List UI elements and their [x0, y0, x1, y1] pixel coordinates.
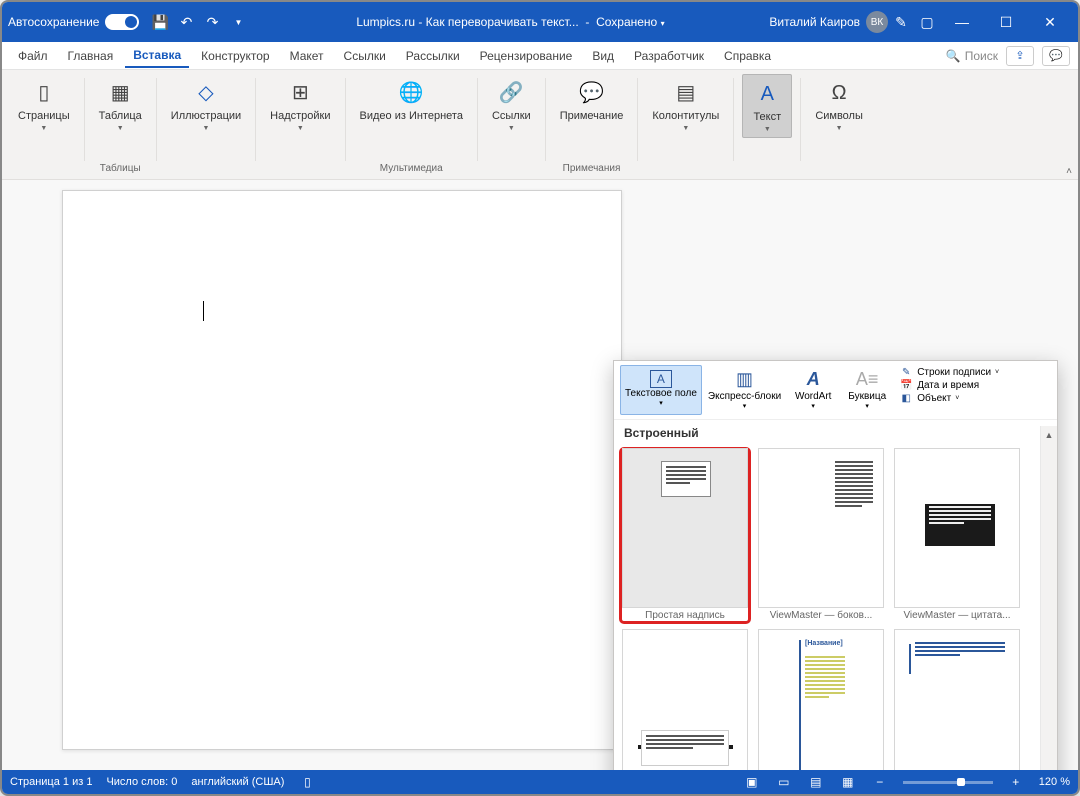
calendar-icon: 📅: [899, 380, 913, 391]
qat-dropdown-icon[interactable]: ▼: [227, 11, 249, 33]
group-comments-label: Примечания: [563, 161, 621, 177]
dropcap-button: A≡ Буквица▾: [841, 365, 893, 415]
zoom-slider[interactable]: [903, 781, 993, 784]
focus-mode-icon[interactable]: ▣: [743, 775, 761, 789]
header-footer-button[interactable]: ▤ Колонтитулы ▼: [646, 74, 725, 136]
minimize-button[interactable]: —: [940, 2, 984, 42]
textbox-gallery: Простая надпись ViewMaster — боков... Vi…: [614, 444, 1057, 770]
tab-mailings[interactable]: Рассылки: [398, 45, 468, 67]
wordart-icon: A: [800, 369, 826, 391]
tab-references[interactable]: Ссылки: [336, 45, 394, 67]
symbols-button[interactable]: Ω Символы ▼: [809, 74, 869, 136]
tab-help[interactable]: Справка: [716, 45, 779, 67]
gallery-scrollbar[interactable]: ▲ ▼: [1040, 426, 1057, 770]
comment-button[interactable]: 💬 Примечание: [554, 74, 630, 127]
table-button[interactable]: ▦ Таблица ▼: [93, 74, 148, 136]
quickparts-icon: ▥: [732, 369, 758, 391]
object-button[interactable]: ◧Объект ˅: [899, 393, 999, 404]
autosave-toggle[interactable]: [105, 14, 139, 30]
shapes-icon: ◇: [191, 78, 221, 108]
language-status[interactable]: английский (США): [191, 776, 284, 788]
comment-icon: 💬: [577, 78, 607, 108]
word-count[interactable]: Число слов: 0: [106, 776, 177, 788]
comments-button[interactable]: 💬: [1042, 46, 1070, 66]
tab-insert[interactable]: Вставка: [125, 44, 189, 68]
addins-icon: ⊞: [285, 78, 315, 108]
text-dropdown-panel: A Текстовое поле▾ ▥ Экспресс-блоки▾ A Wo…: [613, 360, 1058, 770]
share-button[interactable]: ⇪: [1006, 46, 1034, 66]
read-mode-icon[interactable]: ▭: [775, 775, 793, 789]
web-layout-icon[interactable]: ▦: [839, 775, 857, 789]
group-tables-label: Таблицы: [100, 161, 141, 177]
gallery-item-sideline-quote[interactable]: Боковая линия (цита...: [892, 629, 1022, 770]
undo-icon[interactable]: ↶: [175, 11, 197, 33]
save-icon[interactable]: 💾: [149, 11, 171, 33]
header-footer-icon: ▤: [671, 78, 701, 108]
close-button[interactable]: ✕: [1028, 2, 1072, 42]
text-icon: A: [752, 79, 782, 109]
tab-design[interactable]: Конструктор: [193, 45, 277, 67]
globe-icon: 🌐: [396, 78, 426, 108]
omega-icon: Ω: [824, 78, 854, 108]
group-multimedia-label: Мультимедиа: [380, 161, 443, 177]
page-status[interactable]: Страница 1 из 1: [10, 776, 92, 788]
redo-icon[interactable]: ↷: [201, 11, 223, 33]
zoom-level[interactable]: 120 %: [1039, 776, 1070, 788]
page[interactable]: [62, 190, 622, 750]
gallery-item-vm-side[interactable]: ViewMaster — боков...: [756, 448, 886, 623]
illustrations-button[interactable]: ◇ Иллюстрации ▼: [165, 74, 247, 136]
addins-button[interactable]: ⊞ Надстройки ▼: [264, 74, 336, 136]
pen-mode-icon[interactable]: ✎: [890, 11, 912, 33]
print-layout-icon[interactable]: ▤: [807, 775, 825, 789]
ribbon-tabs: Файл Главная Вставка Конструктор Макет С…: [2, 42, 1078, 70]
text-button[interactable]: A Текст ▼: [742, 74, 792, 138]
scroll-up-icon[interactable]: ▲: [1041, 426, 1057, 443]
quickparts-button[interactable]: ▥ Экспресс-блоки▾: [704, 365, 785, 415]
tab-review[interactable]: Рецензирование: [472, 45, 581, 67]
tab-home[interactable]: Главная: [60, 45, 122, 67]
tab-view[interactable]: Вид: [584, 45, 622, 67]
search-icon: 🔍: [946, 49, 961, 63]
textbox-icon: A: [650, 370, 672, 388]
ribbon: ▯ Страницы ▼ ▦ Таблица ▼ Таблицы: [2, 70, 1078, 180]
document-title: Lumpics.ru - Как переворачивать текст...…: [251, 15, 769, 29]
table-icon: ▦: [105, 78, 135, 108]
object-icon: ◧: [899, 393, 913, 404]
ribbon-mode-icon[interactable]: ▢: [916, 11, 938, 33]
page-icon: ▯: [29, 78, 59, 108]
dropcap-icon: A≡: [854, 369, 880, 391]
collapse-ribbon-icon[interactable]: ˄: [1066, 166, 1072, 177]
macro-record-icon[interactable]: ▯: [298, 775, 316, 789]
status-bar: Страница 1 из 1 Число слов: 0 английский…: [2, 770, 1078, 794]
links-button[interactable]: 🔗 Ссылки ▼: [486, 74, 537, 136]
signature-line-button[interactable]: ✎Строки подписи ˅: [899, 367, 999, 378]
gallery-item-vm-quote[interactable]: ViewMaster — цитата...: [892, 448, 1022, 623]
maximize-button[interactable]: ☐: [984, 2, 1028, 42]
textbox-button[interactable]: A Текстовое поле▾: [620, 365, 702, 415]
search-input[interactable]: 🔍 Поиск: [946, 49, 998, 63]
zoom-out-icon[interactable]: −: [871, 775, 889, 789]
gallery-item-vm-quote2[interactable]: ViewMaster — цитата...: [620, 629, 750, 770]
tab-developer[interactable]: Разработчик: [626, 45, 712, 67]
datetime-button[interactable]: 📅Дата и время: [899, 380, 999, 391]
user-account[interactable]: Виталий Каиров ВК: [769, 11, 888, 33]
text-cursor: [203, 301, 204, 321]
online-video-button[interactable]: 🌐 Видео из Интернета: [354, 74, 469, 127]
builtin-header: Встроенный: [614, 420, 1057, 444]
tab-layout[interactable]: Макет: [282, 45, 332, 67]
signature-icon: ✎: [899, 367, 913, 378]
tab-file[interactable]: Файл: [10, 45, 56, 67]
link-icon: 🔗: [496, 78, 526, 108]
autosave-label: Автосохранение: [8, 15, 99, 29]
pages-button[interactable]: ▯ Страницы ▼: [12, 74, 76, 136]
gallery-item-sideline-side[interactable]: [Название] Боковая линия (боко...: [756, 629, 886, 770]
titlebar: Автосохранение 💾 ↶ ↷ ▼ Lumpics.ru - Как …: [2, 2, 1078, 42]
avatar: ВК: [866, 11, 888, 33]
zoom-in-icon[interactable]: +: [1007, 775, 1025, 789]
document-area: A Текстовое поле▾ ▥ Экспресс-блоки▾ A Wo…: [2, 180, 1078, 770]
wordart-button[interactable]: A WordArt▾: [787, 365, 839, 415]
gallery-item-simple[interactable]: Простая надпись: [620, 448, 750, 623]
